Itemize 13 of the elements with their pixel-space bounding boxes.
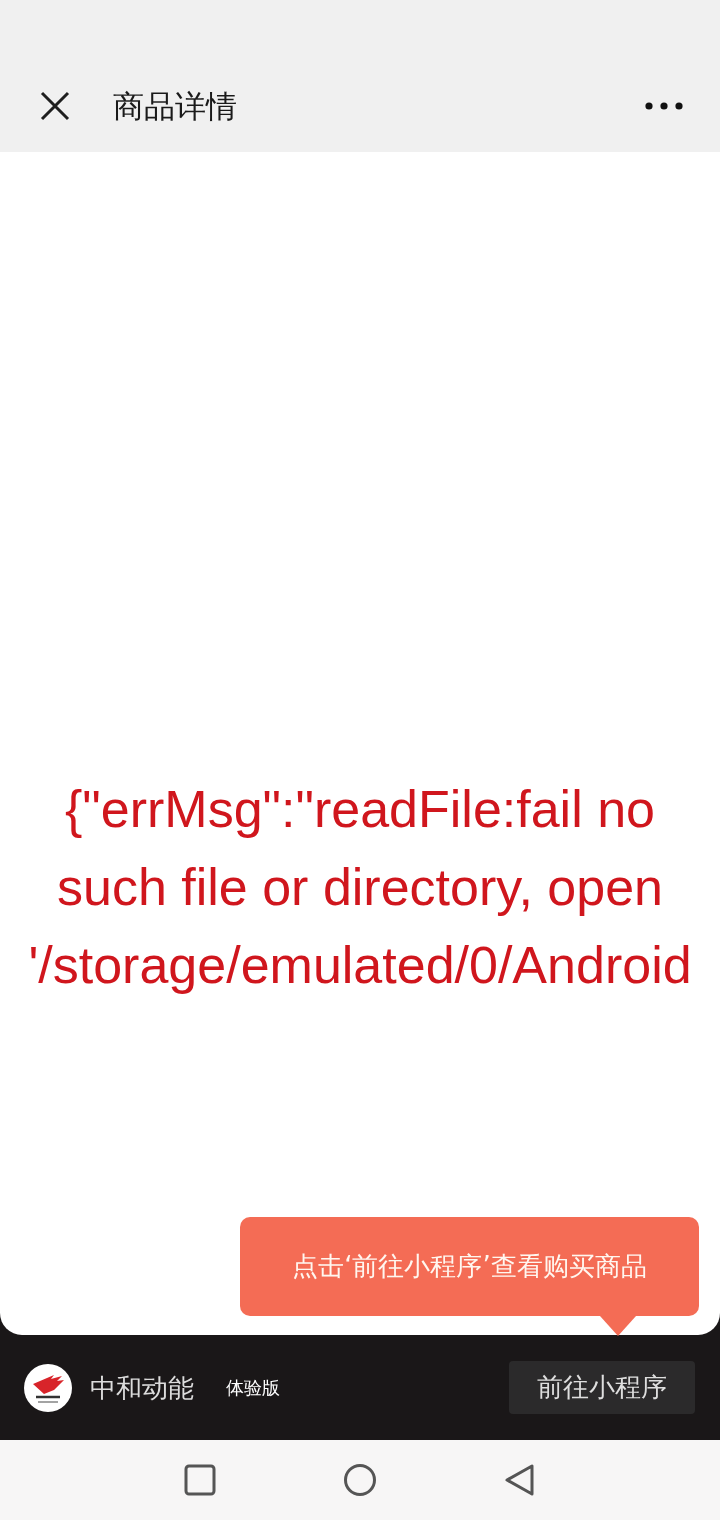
tooltip-pointer-icon: [600, 1316, 636, 1336]
page-title: 商品详情: [113, 87, 237, 126]
error-message: {"errMsg":"readFile:fail no such file or directory, open '/storage/emulated/0/Android: [28, 779, 692, 996]
tooltip: 点击‘前往小程序’查看购买商品: [240, 1217, 699, 1316]
more-icon[interactable]: [644, 101, 684, 111]
open-mini-program-button[interactable]: 前往小程序: [509, 1361, 695, 1414]
recents-square-icon[interactable]: [184, 1464, 216, 1496]
home-circle-icon[interactable]: [344, 1464, 376, 1496]
version-label: 体验版: [226, 1375, 280, 1400]
logo-icon: [24, 1363, 72, 1412]
back-triangle-icon[interactable]: [504, 1464, 536, 1496]
mini-program-name: 中和动能: [90, 1371, 194, 1405]
close-icon[interactable]: [40, 91, 70, 121]
